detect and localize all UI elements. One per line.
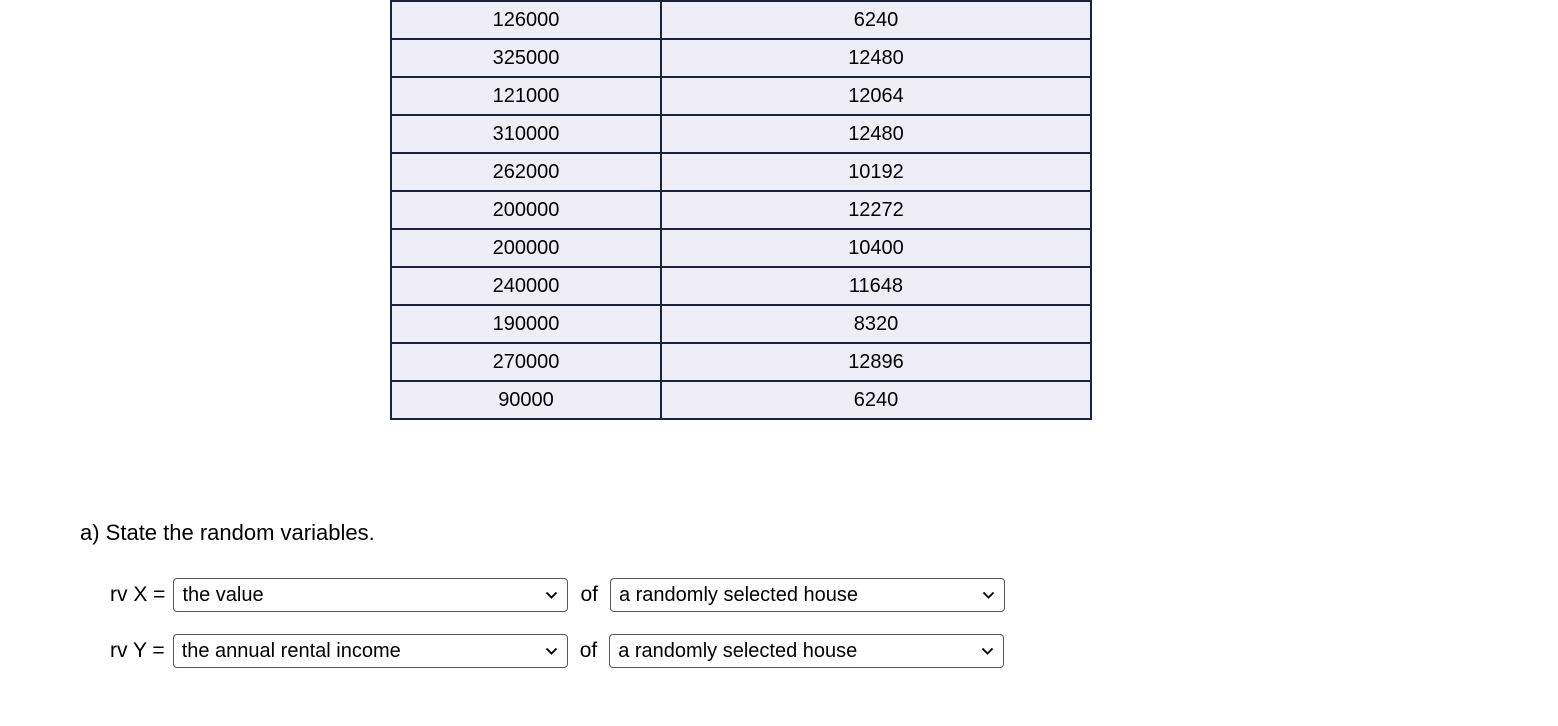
table-cell: 12064: [661, 77, 1091, 115]
table-cell: 12896: [661, 343, 1091, 381]
rv-y-of-text: of: [580, 639, 598, 663]
table-row: 1260006240: [391, 1, 1091, 39]
rv-x-select-attribute[interactable]: the value: [173, 578, 568, 612]
table-row: 20000010400: [391, 229, 1091, 267]
table-row: 24000011648: [391, 267, 1091, 305]
rv-x-select-attribute-value: the value: [182, 584, 263, 607]
table-cell: 240000: [391, 267, 661, 305]
rv-x-of-text: of: [580, 583, 598, 607]
rv-y-row: rv Y = the annual rental income of a ran…: [110, 634, 1478, 668]
table-row: 26200010192: [391, 153, 1091, 191]
table-cell: 11648: [661, 267, 1091, 305]
table-cell: 12480: [661, 115, 1091, 153]
table-cell: 12272: [661, 191, 1091, 229]
rv-y-label: rv Y =: [110, 639, 165, 663]
table-cell: 325000: [391, 39, 661, 77]
chevron-down-icon: [981, 588, 996, 603]
rv-x-select-subject-value: a randomly selected house: [619, 584, 858, 607]
rv-x-row: rv X = the value of a randomly selected …: [110, 578, 1478, 612]
table-row: 900006240: [391, 381, 1091, 419]
table-row: 20000012272: [391, 191, 1091, 229]
table-cell: 126000: [391, 1, 661, 39]
table-row: 31000012480: [391, 115, 1091, 153]
table-cell: 262000: [391, 153, 661, 191]
rv-y-select-subject[interactable]: a randomly selected house: [609, 634, 1004, 668]
table-cell: 270000: [391, 343, 661, 381]
chevron-down-icon: [544, 588, 559, 603]
data-table: 1260006240325000124801210001206431000012…: [390, 0, 1092, 420]
table-row: 1900008320: [391, 305, 1091, 343]
table-row: 32500012480: [391, 39, 1091, 77]
chevron-down-icon: [544, 644, 559, 659]
table-row: 27000012896: [391, 343, 1091, 381]
table-row: 12100012064: [391, 77, 1091, 115]
table-cell: 6240: [661, 381, 1091, 419]
table-cell: 200000: [391, 229, 661, 267]
table-cell: 6240: [661, 1, 1091, 39]
table-cell: 190000: [391, 305, 661, 343]
rv-y-select-attribute[interactable]: the annual rental income: [173, 634, 568, 668]
rv-x-label: rv X =: [110, 583, 165, 607]
table-cell: 200000: [391, 191, 661, 229]
table-cell: 10400: [661, 229, 1091, 267]
table-cell: 310000: [391, 115, 661, 153]
rv-x-select-subject[interactable]: a randomly selected house: [610, 578, 1005, 612]
rv-y-select-subject-value: a randomly selected house: [618, 640, 857, 663]
table-cell: 12480: [661, 39, 1091, 77]
table-cell: 90000: [391, 381, 661, 419]
rv-y-select-attribute-value: the annual rental income: [182, 640, 401, 663]
table-cell: 121000: [391, 77, 661, 115]
table-cell: 8320: [661, 305, 1091, 343]
question-a: a) State the random variables.: [80, 520, 1478, 546]
chevron-down-icon: [980, 644, 995, 659]
table-cell: 10192: [661, 153, 1091, 191]
